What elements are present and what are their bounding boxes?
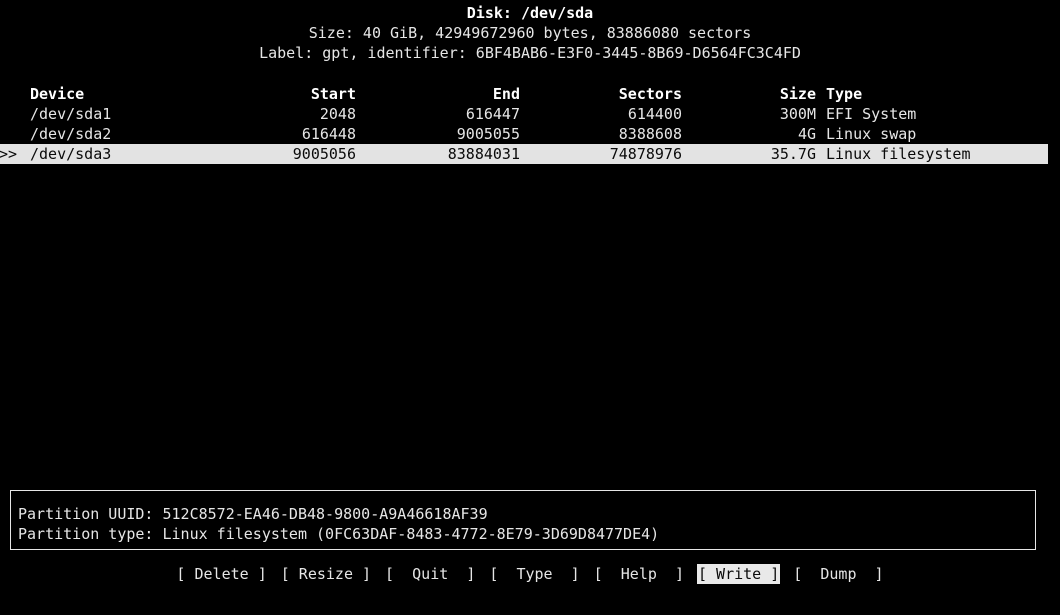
partition-type-line: Partition type: Linux filesystem (0FC63D… [18, 525, 660, 543]
row-size: 35.7G [770, 145, 816, 163]
partition-info-box: Partition UUID: 512C8572-EA46-DB48-9800-… [10, 490, 1036, 550]
partition-table: Device Start End Sectors Size Type /dev/… [0, 84, 1060, 164]
disk-size-line: Size: 40 GiB, 42949672960 bytes, 8388608… [308, 24, 752, 42]
menu-button-type[interactable]: [ Type ] [488, 564, 580, 584]
disk-header: Disk: /dev/sda Size: 40 GiB, 42949672960… [0, 3, 1060, 63]
partition-uuid-line: Partition UUID: 512C8572-EA46-DB48-9800-… [18, 505, 488, 523]
menu-button-help[interactable]: [ Help ] [593, 564, 685, 584]
table-header-row: Device Start End Sectors Size Type [0, 84, 1060, 104]
table-row-selected[interactable]: >> /dev/sda3 9005056 83884031 74878976 3… [0, 144, 1048, 164]
row-type: Linux swap [826, 125, 917, 143]
row-type: EFI System [826, 105, 917, 123]
menu-button-quit[interactable]: [ Quit ] [384, 564, 476, 584]
row-cursor-marker: >> [0, 145, 18, 163]
menu-button-write[interactable]: [ Write ] [696, 564, 781, 584]
table-row[interactable]: /dev/sda1 2048 616447 614400 300M EFI Sy… [0, 104, 1060, 124]
column-header-type: Type [826, 85, 863, 103]
column-header-size: Size [779, 85, 816, 103]
table-row[interactable]: /dev/sda2 616448 9005055 8388608 4G Linu… [0, 124, 1060, 144]
row-size: 4G [797, 125, 816, 143]
row-type: Linux filesystem [826, 145, 971, 163]
menu-bar: [ Delete ] [ Resize ] [ Quit ] [ Type ] … [0, 563, 1060, 585]
menu-button-dump[interactable]: [ Dump ] [792, 564, 884, 584]
cfdisk-terminal-screen: Disk: /dev/sda Size: 40 GiB, 42949672960… [0, 0, 1060, 615]
disk-label-line: Label: gpt, identifier: 6BF4BAB6-E3F0-34… [259, 44, 801, 62]
menu-button-delete[interactable]: [ Delete ] [175, 564, 267, 584]
disk-title: Disk: /dev/sda [466, 4, 594, 22]
row-size: 300M [779, 105, 816, 123]
menu-button-resize[interactable]: [ Resize ] [280, 564, 372, 584]
